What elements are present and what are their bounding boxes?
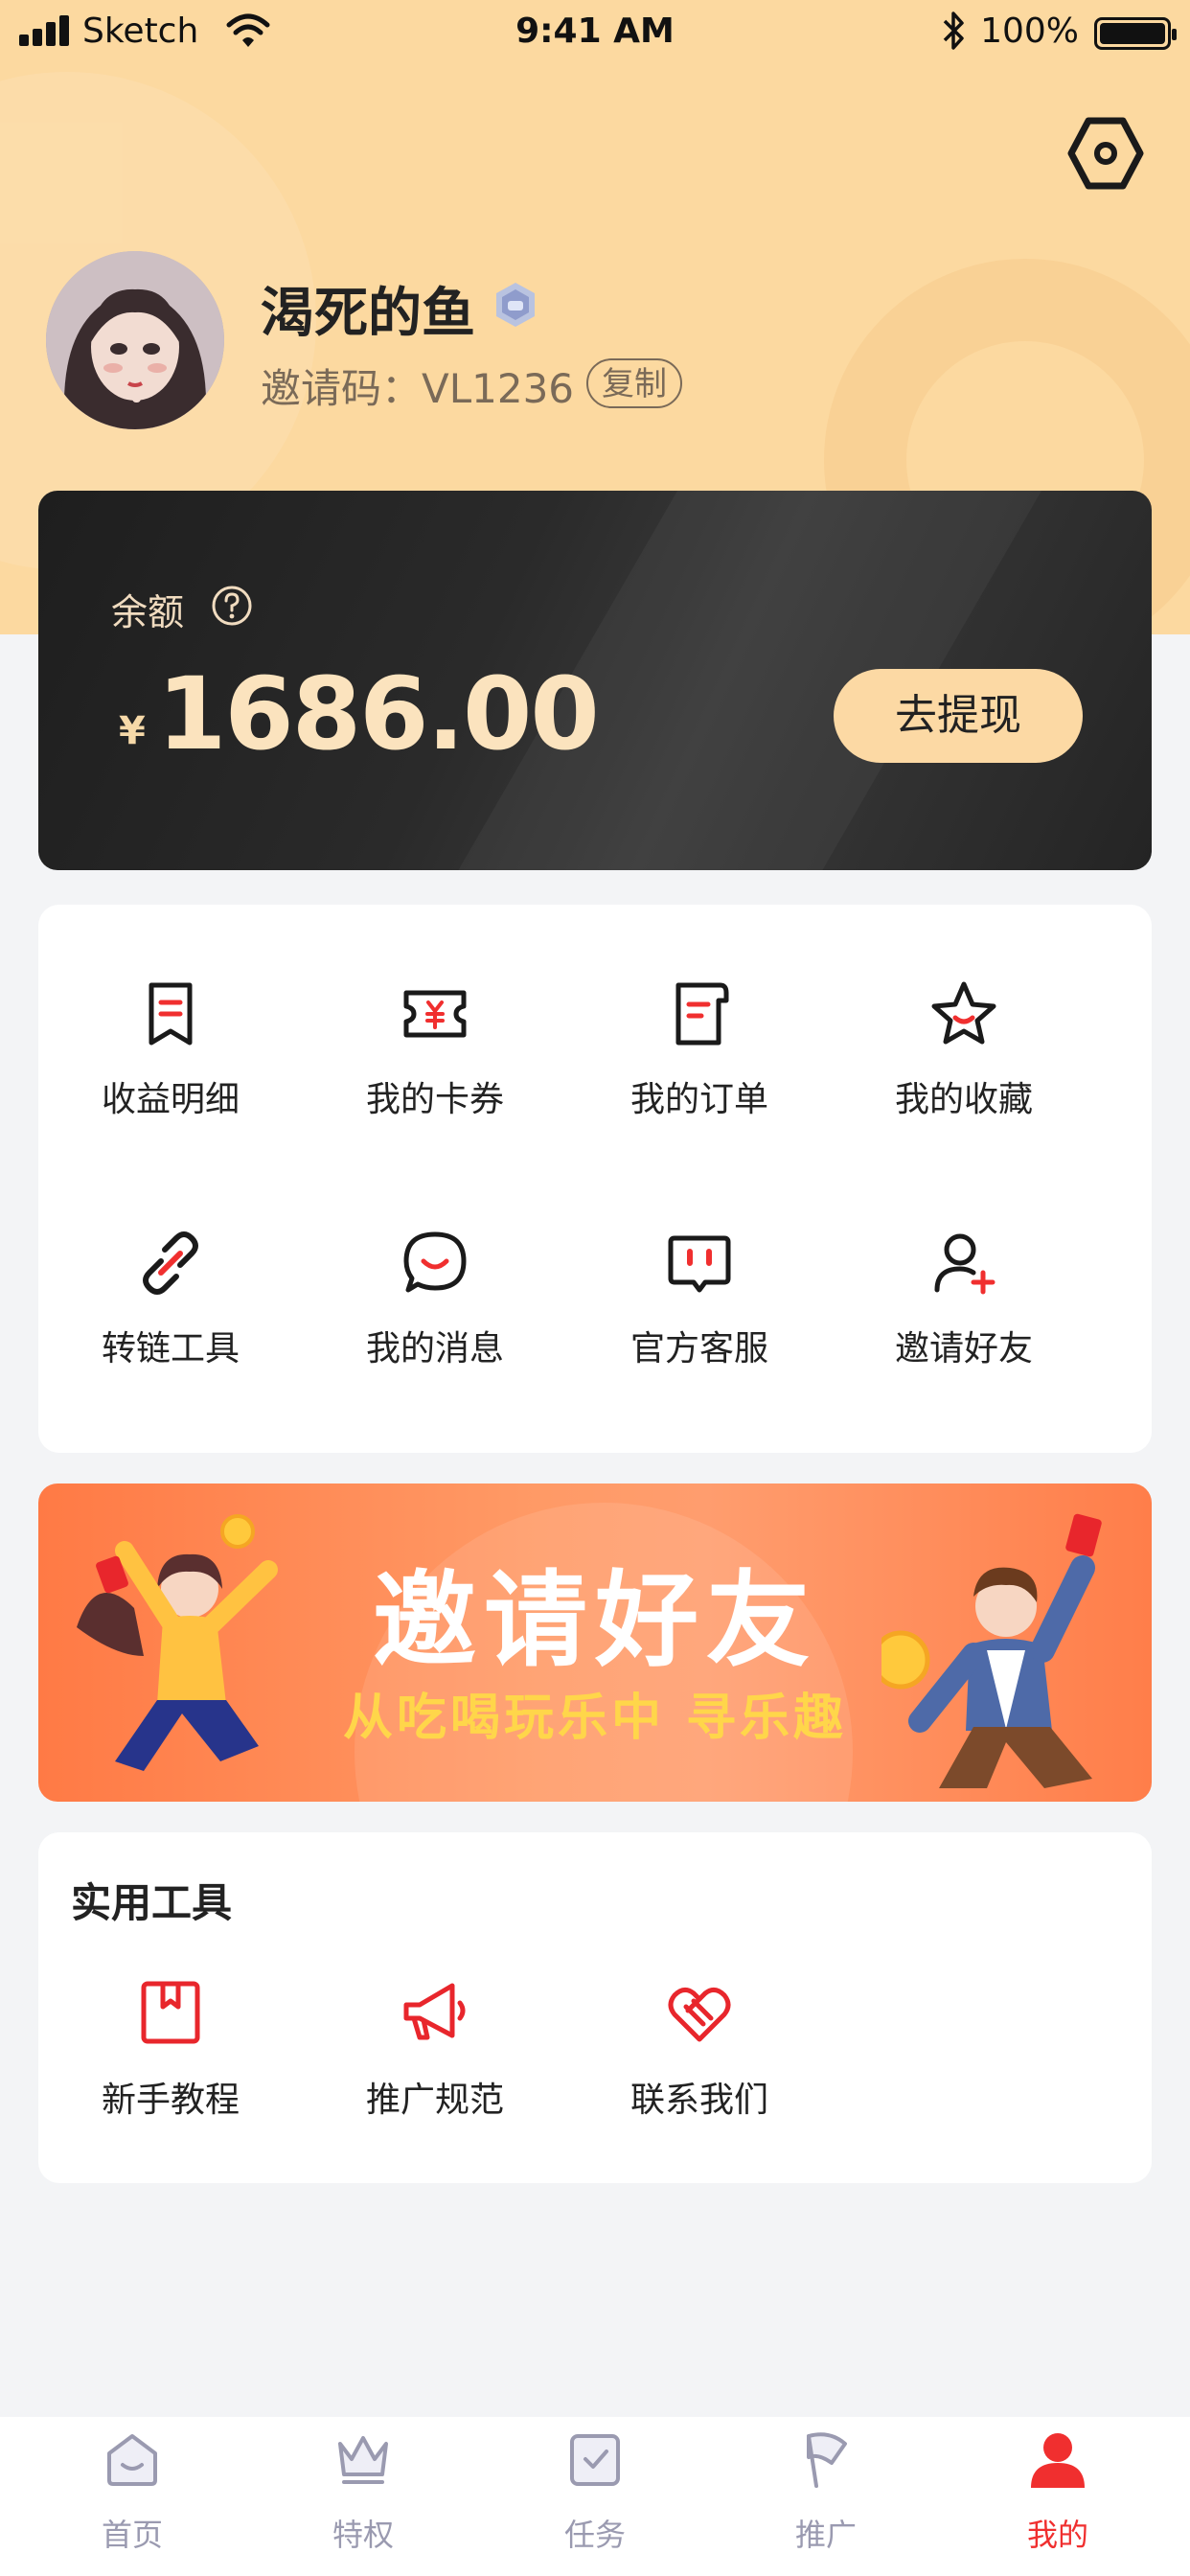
battery-percent: 100% bbox=[980, 12, 1079, 51]
menu-item-label: 官方客服 bbox=[629, 1329, 768, 1368]
status-bar: Sketch 9:41 AM 100% bbox=[0, 0, 1190, 67]
balance-card: 余额 ¥ 1686.00 去提现 bbox=[38, 491, 1152, 870]
tab-label: 首页 bbox=[101, 2517, 163, 2553]
message-icon bbox=[403, 1231, 467, 1293]
profile-icon bbox=[1031, 2433, 1085, 2488]
menu-item-label: 转链工具 bbox=[101, 1329, 240, 1368]
tab-mine[interactable]: 我的 bbox=[939, 2417, 1177, 2576]
menu-item-label: 我的消息 bbox=[365, 1329, 504, 1368]
menu-item-favorites[interactable]: 我的收藏 bbox=[832, 979, 1096, 1171]
megaphone-icon bbox=[403, 1983, 466, 2040]
function-menu-panel: 收益明细 我的卡券 我的订单 我的收藏 转链工具 我的消息 官方客服 邀请好友 bbox=[38, 905, 1152, 1453]
invite-user-icon bbox=[934, 1233, 995, 1295]
help-question-icon[interactable] bbox=[211, 585, 253, 627]
task-check-icon bbox=[570, 2434, 620, 2486]
tool-item-tutorial[interactable]: 新手教程 bbox=[38, 1978, 303, 2150]
link-icon bbox=[143, 1231, 198, 1295]
tool-item-contact-us[interactable]: 联系我们 bbox=[567, 1978, 832, 2150]
tab-label: 推广 bbox=[794, 2517, 857, 2553]
favorite-star-icon bbox=[931, 981, 996, 1045]
crown-icon bbox=[338, 2436, 388, 2484]
currency-symbol: ¥ bbox=[119, 709, 146, 753]
invite-friends-banner[interactable]: 邀请好友 从吃喝玩乐中 寻乐趣 bbox=[38, 1484, 1152, 1802]
tab-label: 任务 bbox=[563, 2517, 626, 2553]
balance-amount: 1686.00 bbox=[157, 656, 600, 772]
copy-invite-code-button[interactable]: 复制 bbox=[586, 358, 682, 408]
bluetooth-icon bbox=[943, 12, 964, 50]
banner-title: 邀请好友 bbox=[372, 1561, 817, 1681]
menu-item-label: 我的卡券 bbox=[365, 1080, 504, 1119]
income-detail-icon bbox=[149, 982, 193, 1046]
avatar-illustration bbox=[46, 251, 224, 429]
tab-label: 特权 bbox=[332, 2517, 394, 2553]
tutorial-book-icon bbox=[141, 1981, 200, 2044]
invite-code: 邀请码：VL1236 bbox=[261, 365, 575, 412]
bottom-tab-bar: 首页 特权 任务 推广 我的 bbox=[0, 2417, 1190, 2576]
menu-item-coupons[interactable]: 我的卡券 bbox=[303, 979, 567, 1171]
coupon-icon bbox=[403, 990, 467, 1038]
tool-item-promotion-rules[interactable]: 推广规范 bbox=[303, 1978, 567, 2150]
menu-item-label: 邀请好友 bbox=[894, 1329, 1033, 1368]
flag-icon bbox=[807, 2432, 847, 2488]
home-icon bbox=[107, 2434, 157, 2486]
battery-icon bbox=[1094, 17, 1177, 50]
customer-service-icon bbox=[668, 1235, 731, 1293]
balance-label: 余额 bbox=[111, 591, 185, 633]
withdraw-button[interactable]: 去提现 bbox=[834, 669, 1083, 763]
handshake-icon bbox=[668, 1988, 731, 2042]
menu-item-messages[interactable]: 我的消息 bbox=[303, 1229, 567, 1420]
tab-privileges[interactable]: 特权 bbox=[244, 2417, 482, 2576]
order-icon bbox=[675, 982, 729, 1046]
tab-label: 我的 bbox=[1026, 2517, 1088, 2553]
tab-promotion[interactable]: 推广 bbox=[707, 2417, 945, 2576]
menu-item-income-detail[interactable]: 收益明细 bbox=[38, 979, 303, 1171]
tab-home[interactable]: 首页 bbox=[13, 2417, 251, 2576]
avatar[interactable] bbox=[46, 251, 224, 429]
menu-item-label: 我的订单 bbox=[629, 1080, 768, 1119]
tool-item-label: 新手教程 bbox=[101, 2081, 240, 2120]
menu-item-label: 我的收藏 bbox=[894, 1080, 1033, 1119]
tools-title: 实用工具 bbox=[71, 1879, 233, 1926]
username: 渴死的鱼 bbox=[261, 283, 475, 345]
menu-item-orders[interactable]: 我的订单 bbox=[567, 979, 832, 1171]
menu-item-customer-service[interactable]: 官方客服 bbox=[567, 1229, 832, 1420]
member-level-badge-icon bbox=[496, 283, 535, 327]
menu-item-label: 收益明细 bbox=[101, 1080, 240, 1119]
tool-item-label: 推广规范 bbox=[365, 2081, 504, 2120]
menu-item-link-tool[interactable]: 转链工具 bbox=[38, 1229, 303, 1420]
banner-subtitle: 从吃喝玩乐中 寻乐趣 bbox=[342, 1690, 848, 1747]
menu-item-invite-friends[interactable]: 邀请好友 bbox=[832, 1229, 1096, 1420]
tab-tasks[interactable]: 任务 bbox=[476, 2417, 714, 2576]
tool-item-label: 联系我们 bbox=[629, 2081, 768, 2120]
tools-panel: 实用工具 新手教程 推广规范 联系我们 bbox=[38, 1832, 1152, 2183]
settings-hex-icon[interactable] bbox=[1067, 115, 1144, 192]
